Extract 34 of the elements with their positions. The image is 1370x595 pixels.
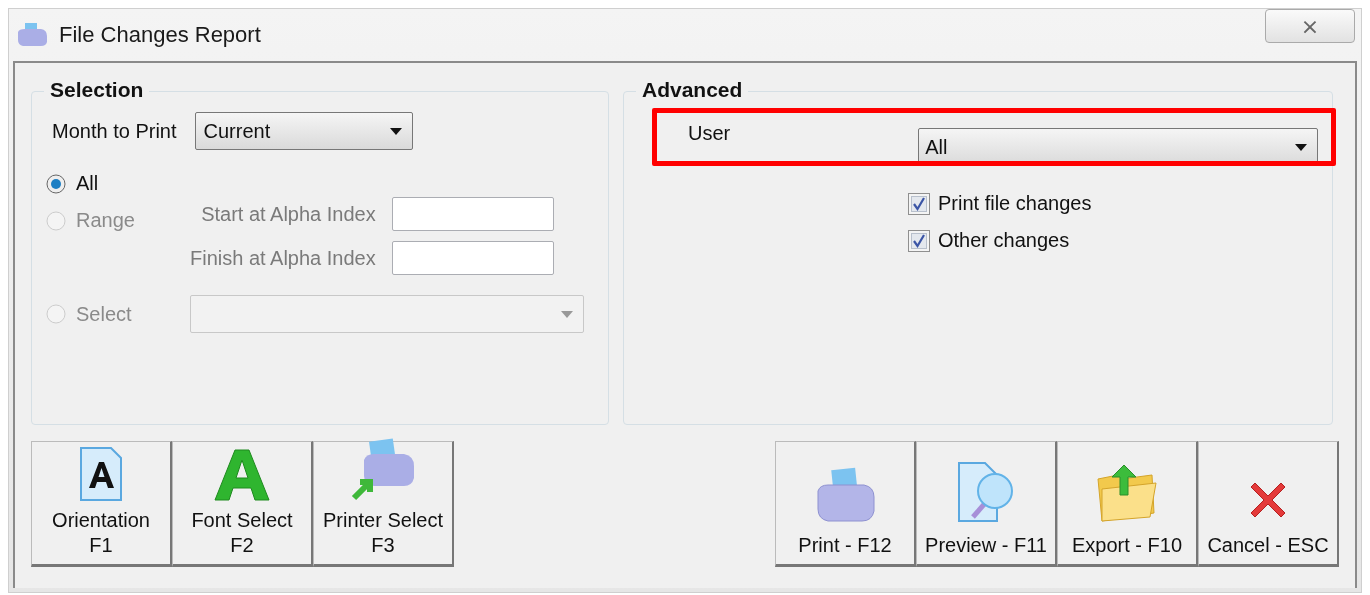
toolbar-button[interactable]: Print - F12 — [775, 441, 916, 567]
toolbar-button[interactable]: Orientation F1 — [31, 441, 172, 567]
field-label: Finish at Alpha Index — [190, 246, 376, 270]
document-icon — [79, 446, 123, 502]
radio-icon — [46, 304, 66, 324]
dropdown-arrow-icon — [561, 310, 573, 318]
month-dropdown[interactable]: Current — [194, 112, 413, 150]
toolbar-button[interactable]: Printer Select F3 — [313, 441, 454, 567]
printer-icon — [814, 467, 876, 523]
window-title: File Changes Report — [59, 22, 261, 48]
field-label: User — [688, 122, 732, 145]
radio-icon — [46, 173, 66, 194]
toolbar-button[interactable]: Cancel - ESC — [1198, 441, 1339, 567]
printer-icon — [350, 438, 416, 502]
checkbox-icon — [908, 192, 930, 215]
radio-button[interactable]: All — [46, 172, 99, 195]
letter-icon — [211, 446, 273, 502]
magnifier-document-icon — [957, 461, 1015, 523]
toolbar-button[interactable]: Preview - F11 — [916, 441, 1057, 567]
checkbox[interactable]: Print file changes — [908, 192, 1318, 215]
toolbar-button[interactable]: Font Select F2 — [172, 441, 313, 567]
checkbox[interactable]: Other changes — [908, 229, 1318, 252]
checkbox-icon — [908, 229, 930, 252]
close-button[interactable]: ⨯ — [1265, 9, 1355, 43]
radio-icon — [46, 210, 66, 231]
dropdown-arrow-icon — [389, 127, 402, 135]
text-field[interactable] — [391, 241, 554, 275]
toolbar-button[interactable]: Export - F10 — [1057, 441, 1198, 567]
dropdown-arrow-icon — [1295, 143, 1307, 151]
field-label: Month to Print — [52, 119, 177, 143]
folder-icon — [1096, 465, 1158, 523]
text-field[interactable] — [391, 197, 554, 231]
field-label: Start at Alpha Index — [201, 202, 376, 226]
printer-icon — [15, 22, 49, 48]
